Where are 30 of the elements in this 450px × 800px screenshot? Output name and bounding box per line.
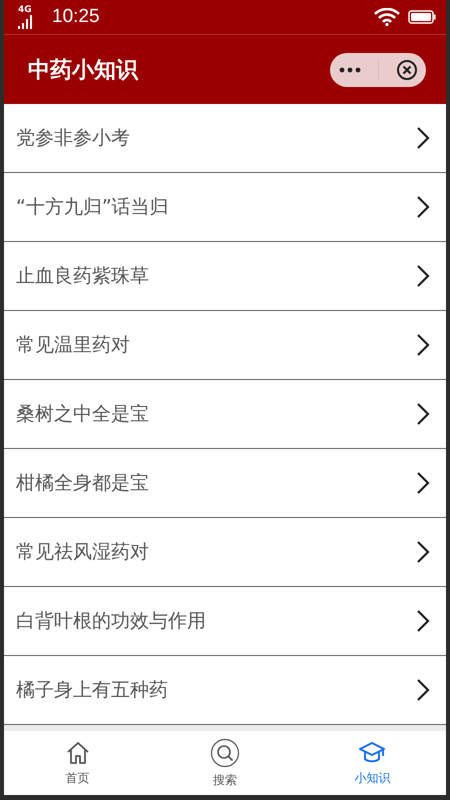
search-icon <box>210 738 240 768</box>
more-icon[interactable] <box>338 66 360 72</box>
chevron-icon <box>416 195 430 219</box>
chevron-icon <box>416 333 430 357</box>
chevron-icon <box>416 471 430 495</box>
list-item[interactable]: 常见祛风湿药对 <box>4 518 446 587</box>
list-item[interactable]: 止血良药紫珠草 <box>4 242 446 311</box>
tab-item[interactable]: 搜索 <box>151 731 299 795</box>
battery-icon <box>408 10 436 24</box>
chevron-icon <box>416 609 430 633</box>
chevron-icon <box>416 402 430 426</box>
list-item[interactable]: 白背叶根的功效与作用 <box>4 587 446 656</box>
page-title: 中药小知识 <box>28 56 140 84</box>
list-item[interactable]: 桑树之中全是宝 <box>4 380 446 449</box>
chevron-icon <box>416 678 430 702</box>
home-icon <box>64 740 91 766</box>
list-item[interactable]: 柑橘全身都是宝 <box>4 449 446 518</box>
tab-item[interactable]: 首页 <box>4 731 152 795</box>
network-label: 4G <box>18 5 32 15</box>
close-icon[interactable] <box>396 58 418 80</box>
chevron-icon <box>416 264 430 288</box>
chevron-icon <box>416 540 430 564</box>
chevron-icon <box>416 126 430 150</box>
list-item[interactable]: 党参非参小考 <box>4 104 446 173</box>
signal-icon <box>18 15 34 29</box>
status-time: 10:25 <box>52 6 100 28</box>
wifi-icon <box>374 8 400 26</box>
list-item[interactable]: “十方九归”话当归 <box>4 173 446 242</box>
list-item[interactable]: 常见温里药对 <box>4 311 446 380</box>
tab-item[interactable]: 小知识 <box>298 731 446 795</box>
